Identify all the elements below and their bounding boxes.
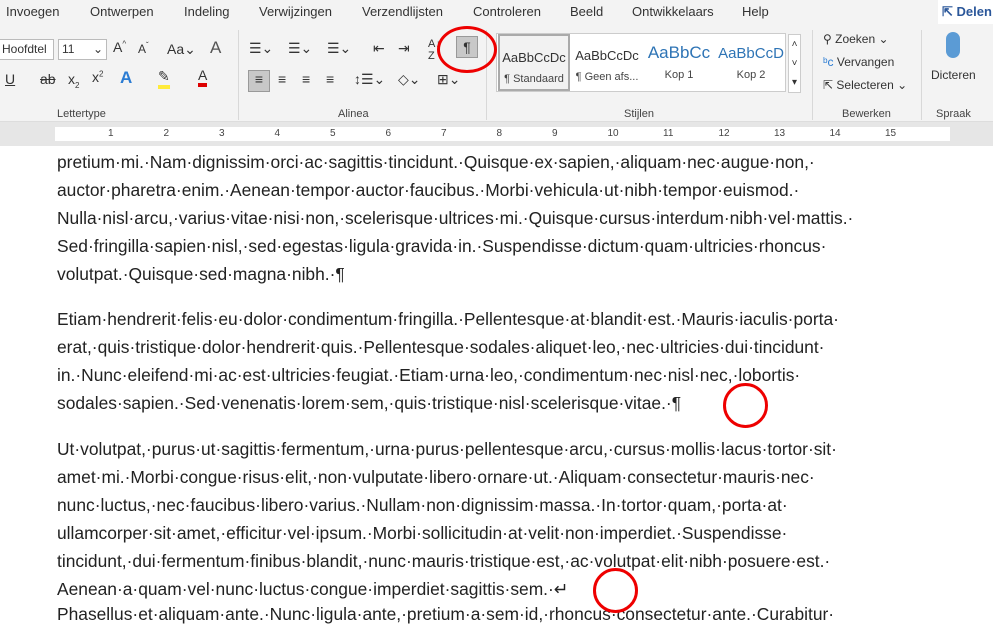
replace-icon: ᵇc [823,55,837,69]
annotation-circle [723,383,768,428]
ruler-number: 6 [385,128,392,139]
decrease-indent-icon[interactable]: ⇤ [373,40,385,57]
tab-help[interactable]: Help [742,4,769,19]
tab-beeld[interactable]: Beeld [570,4,603,19]
ruler-number: 9 [552,128,558,139]
change-case-icon[interactable]: Aa⌄ [167,41,196,58]
styles-gallery: AaBbCcDc ¶ Standaard AaBbCcDc ¶ Geen afs..… [496,33,786,92]
font-size-select[interactable]: 11 ⌄ [58,39,107,60]
share-icon: ⇱ [942,4,957,19]
tab-verzendlijsten[interactable]: Verzendlijsten [362,4,443,19]
style-kop2[interactable]: AaBbCcD Kop 2 [715,34,787,91]
ruler-number: 14 [829,128,841,139]
text-line: nunc·luctus,·nec·faucibus·libero·varius.… [57,495,788,515]
line-spacing-icon[interactable]: ↕☰⌄ [354,71,385,88]
text-line: Ut·volutpat,·purus·ut·sagittis·fermentum… [57,439,837,459]
search-icon: ⚲ [823,32,836,46]
text-line: pretium·mi.·Nam·dignissim·orci·ac·sagitt… [57,152,815,172]
gallery-scroll-buttons[interactable]: ˄ ˅ ▾ [788,34,801,93]
ruler-number: 8 [496,128,503,139]
superscript-icon[interactable]: x2 [92,69,103,85]
text-line: ullamcorper·sit·amet,·efficitur·vel·ipsu… [57,523,788,543]
style-kop1[interactable]: AaBbCc Kop 1 [643,34,715,91]
replace-button[interactable]: ᵇc Vervangen [823,55,894,69]
tab-verwijzingen[interactable]: Verwijzingen [259,4,332,19]
clear-formatting-icon[interactable]: A [210,38,221,58]
text-line: tincidunt,·dui·fermentum·finibus·blandit… [57,551,831,571]
text-line: Aenean·a·quam·vel·nunc·luctus·congue·imp… [57,579,569,599]
text-effects-icon[interactable]: A [120,68,132,88]
ruler-number: 3 [219,128,225,139]
ruler: 1 2 3 4 5 6 7 8 9 10 11 12 13 14 15 [0,122,993,146]
group-label-alinea: Alinea [338,108,369,120]
text-line: auctor·pharetra·enim.·Aenean·tempor·auct… [57,180,800,200]
ribbon-tabs: Invoegen Ontwerpen Indeling Verwijzingen… [0,0,993,24]
text-line: Phasellus·et·aliquam·ante.·Nunc·ligula·a… [57,604,835,624]
tab-controleren[interactable]: Controleren [473,4,541,19]
group-label-stijlen: Stijlen [624,108,654,120]
ruler-number: 11 [663,128,674,139]
align-left-icon[interactable]: ≡ [248,70,270,92]
highlight-icon[interactable]: ✎ [158,68,170,89]
font-color-icon[interactable]: A [198,67,208,87]
shading-icon[interactable]: ◇⌄ [398,71,421,88]
text-line: Sed·fringilla·sapien·nisl,·sed·egestas·l… [57,236,827,256]
tab-invoegen[interactable]: Invoegen [6,4,60,19]
group-label-bewerken: Bewerken [842,108,891,120]
multilevel-list-icon[interactable]: ☰⌄ [327,40,351,57]
cursor-icon: ⇱ [823,78,837,92]
annotation-circle [593,568,638,613]
ribbon: Hoofdtel 11 ⌄ A^ Aˇ Aa⌄ A U ab x2 x2 A ✎ … [0,24,993,122]
ruler-number: 13 [774,128,786,139]
share-button[interactable]: ⇱ Delen [938,0,993,24]
tab-ontwikkelaars[interactable]: Ontwikkelaars [632,4,714,19]
text-line: sodales·sapien.·Sed·venenatis·lorem·sem,… [57,393,682,413]
increase-indent-icon[interactable]: ⇥ [398,40,410,57]
ruler-number: 4 [274,128,281,139]
align-right-icon[interactable]: ≡ [302,71,310,87]
text-line: Nulla·nisl·arcu,·varius·vitae·nisi·non,·… [57,208,854,228]
tab-indeling[interactable]: Indeling [184,4,230,19]
ruler-number: 5 [330,128,336,139]
text-line: Etiam·hendrerit·felis·eu·dolor·condiment… [57,309,839,329]
select-button[interactable]: ⇱ Selecteren ⌄ [823,78,907,92]
group-label-lettertype: Lettertype [57,108,106,120]
subscript-icon[interactable]: x2 [68,71,79,90]
align-center-icon[interactable]: ≡ [278,71,286,87]
ruler-number: 10 [607,128,619,139]
tab-ontwerpen[interactable]: Ontwerpen [90,4,154,19]
ruler-number: 12 [718,128,730,139]
font-name-select[interactable]: Hoofdtel [0,39,54,60]
text-line: in.·Nunc·eleifend·mi·ac·est·ultricies·fe… [57,365,801,385]
bullets-icon[interactable]: ☰⌄ [249,40,273,57]
ruler-number: 2 [163,128,170,139]
justify-icon[interactable]: ≡ [326,71,334,87]
numbering-icon[interactable]: ☰⌄ [288,40,312,57]
style-geen-afstand[interactable]: AaBbCcDc ¶ Geen afs... [571,34,643,91]
ruler-number: 15 [885,128,897,139]
text-line: volutpat.·Quisque·sed·magna·nibh.·¶ [57,264,345,284]
annotation-circle [437,26,497,73]
strikethrough-icon[interactable]: ab [40,71,56,87]
underline-icon[interactable]: U [5,71,15,87]
style-standaard[interactable]: AaBbCcDc ¶ Standaard [498,34,570,91]
ruler-number: 7 [441,128,447,139]
text-line: amet·mi.·Morbi·congue·risus·elit,·non·vu… [57,467,815,487]
shrink-font-icon[interactable]: Aˇ [138,41,149,56]
grow-font-icon[interactable]: A^ [113,39,126,55]
find-button[interactable]: ⚲ Zoeken ⌄ [823,32,889,46]
ruler-number: 1 [108,128,114,139]
dictate-button[interactable]: Dicteren [931,68,976,82]
text-line: erat,·quis·tristique·dolor·hendrerit·qui… [57,337,825,357]
group-label-spraak: Spraak [936,108,971,120]
microphone-icon[interactable] [946,32,960,58]
borders-icon[interactable]: ⊞⌄ [437,71,460,88]
chevron-down-icon: ⌄ [92,42,103,56]
